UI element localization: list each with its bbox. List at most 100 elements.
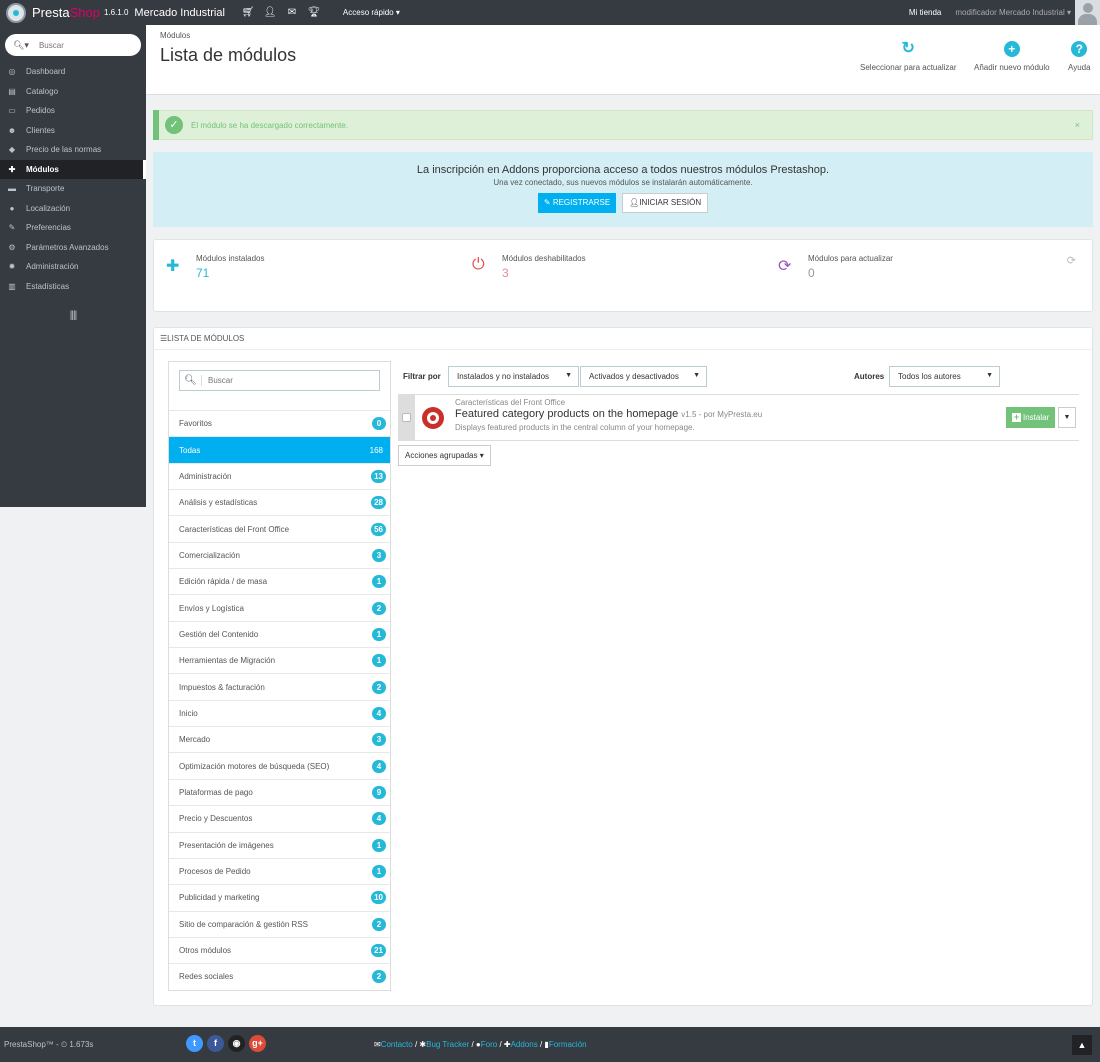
footer-link[interactable]: Formación <box>549 1040 587 1049</box>
sidebar-item[interactable]: ☻ Clientes <box>0 121 146 141</box>
link-separator: / <box>497 1040 504 1049</box>
footer-link[interactable]: Addons <box>511 1040 538 1049</box>
back-to-top-button[interactable]: ▲ <box>1072 1035 1092 1055</box>
category-item[interactable]: Características del Front Office 56 <box>169 515 390 541</box>
category-item[interactable]: Procesos de Pedido 1 <box>169 857 390 884</box>
sidebar-item[interactable]: ▤ Catalogo <box>0 82 146 102</box>
category-item[interactable]: Análisis y estadísticas 28 <box>169 489 390 515</box>
stat-installed-value[interactable]: 71 <box>196 266 264 280</box>
stat-disabled-value[interactable]: 3 <box>502 266 586 280</box>
quick-access-menu[interactable]: Acceso rápido ▾ <box>343 8 400 17</box>
category-item[interactable]: Optimización motores de búsqueda (SEO) 4 <box>169 752 390 778</box>
select-to-update-button[interactable]: ↻ Seleccionar para actualizar <box>860 40 957 73</box>
category-item[interactable]: Gestión del Contenido 1 <box>169 620 390 647</box>
cart-icon[interactable]: 🛒︎ <box>239 7 257 18</box>
sidebar-item[interactable]: ✎ Preferencias <box>0 218 146 238</box>
module-search-input[interactable] <box>202 376 362 385</box>
footer-link[interactable]: Foro <box>481 1040 497 1049</box>
authors-filter-select[interactable]: Todos los autores ▼ <box>889 366 1000 387</box>
login-label: INICIAR SESIÓN <box>639 198 702 207</box>
sidebar-item[interactable]: ✚ Módulos <box>0 159 146 179</box>
sidebar-item-label: Estadísticas <box>26 281 70 291</box>
sidebar-item[interactable]: ● Localización <box>0 199 146 219</box>
sidebar-item[interactable]: ▥ Estadísticas <box>0 277 146 297</box>
footer-link[interactable]: Bug Tracker <box>426 1040 469 1049</box>
brand-shop: Shop <box>69 5 100 20</box>
help-button[interactable]: ? Ayuda <box>1068 41 1091 72</box>
avatar[interactable] <box>1075 0 1100 25</box>
category-item[interactable]: Comercialización 3 <box>169 541 390 568</box>
google-plus-icon[interactable]: g+ <box>249 1035 266 1052</box>
category-item[interactable]: Edición rápida / de masa 1 <box>169 568 390 594</box>
category-item[interactable]: Otros módulos 21 <box>169 936 390 963</box>
category-count-badge: 4 <box>372 759 386 773</box>
customer-icon[interactable]: 👤︎ <box>261 7 279 18</box>
panel-title: LISTA DE MÓDULOS <box>167 334 245 343</box>
enabled-filter-select[interactable]: Activados y desactivados ▼ <box>580 366 707 387</box>
install-filter-select[interactable]: Instalados y no instalados ▼ <box>448 366 579 387</box>
sidebar-item-label: Dashboard <box>26 67 66 77</box>
category-item[interactable]: Sitio de comparación & gestión RSS 2 <box>169 910 390 937</box>
category-item[interactable]: Inicio 4 <box>169 699 390 726</box>
category-item[interactable]: Todas 168 <box>169 436 390 463</box>
register-button[interactable]: ✎ REGISTRARSE <box>537 193 617 213</box>
login-button[interactable]: 👤︎INICIAR SESIÓN <box>622 193 709 213</box>
sidebar-item-label: Módulos <box>26 164 59 174</box>
footer-link[interactable]: Contacto <box>381 1040 413 1049</box>
category-item[interactable]: Publicidad y marketing 10 <box>169 884 390 910</box>
sidebar-item[interactable]: ✹ Administración <box>0 257 146 277</box>
sidebar-item[interactable]: ◆ Precio de las normas <box>0 140 146 160</box>
stat-to-update-value[interactable]: 0 <box>808 266 893 280</box>
bulk-actions-button[interactable]: Acciones agrupadas ▾ <box>398 445 491 466</box>
category-item[interactable]: Precio y Descuentos 4 <box>169 805 390 831</box>
category-item[interactable]: Favoritos 0 <box>169 410 390 436</box>
category-item[interactable]: Impuestos & facturación 2 <box>169 673 390 699</box>
github-icon[interactable]: ◉ <box>228 1035 245 1052</box>
sidebar-item[interactable]: ◎ Dashboard <box>0 62 146 82</box>
category-count-badge: 1 <box>372 627 386 641</box>
prestashop-logo[interactable]: Presta Shop 1.6.1.0 <box>0 2 134 23</box>
sidebar-item[interactable]: ▬ Transporte <box>0 179 146 199</box>
twitter-icon[interactable]: t <box>186 1035 203 1052</box>
user-menu[interactable]: modificador Mercado Industrial ▾ <box>955 8 1071 17</box>
footer-version: PrestaShop™ - ⏲ 1.673s <box>4 1040 94 1049</box>
trophy-icon[interactable]: 🏆︎ <box>305 7 323 18</box>
search-icon[interactable]: 🔍︎▾ <box>13 40 29 51</box>
stat-installed-label: Módulos instalados <box>196 254 265 263</box>
category-item[interactable]: Mercado 3 <box>169 726 390 752</box>
sidebar-item[interactable]: ▭ Pedidos <box>0 101 146 121</box>
sidebar-item[interactable]: ⚙ Parámetros Avanzados <box>0 238 146 258</box>
my-store-link[interactable]: Mi tienda <box>909 8 941 17</box>
authors-label: Autores <box>854 372 885 381</box>
category-count-badge: 168 <box>369 445 383 455</box>
category-item[interactable]: Herramientas de Migración 1 <box>169 647 390 673</box>
category-count-badge: 4 <box>372 812 386 826</box>
category-item[interactable]: Administración 13 <box>169 462 390 489</box>
category-list: 🔍︎ Favoritos0Todas168Administración13Aná… <box>168 361 391 991</box>
refresh-stats-icon[interactable]: ⟳ <box>1067 254 1076 267</box>
envelope-icon[interactable]: ✉ <box>283 7 301 18</box>
category-name: Gestión del Contenido <box>179 629 259 639</box>
category-item[interactable]: Envíos y Logística 2 <box>169 594 390 620</box>
category-item[interactable]: Presentación de imágenes 1 <box>169 831 390 858</box>
module-list-panel: ☰LISTA DE MÓDULOS 🔍︎ Favoritos 0 Todas 168 A… <box>153 327 1093 1006</box>
close-icon[interactable]: × <box>1075 120 1080 130</box>
module-search: 🔍︎ <box>169 362 390 410</box>
install-button[interactable]: + Instalar <box>1006 407 1056 428</box>
sidebar-item-label: Preferencias <box>26 223 71 233</box>
category-item[interactable]: Plataformas de pago 9 <box>169 778 390 805</box>
module-version-author: v1.5 - por MyPresta.eu <box>681 410 763 419</box>
facebook-icon[interactable]: f <box>207 1035 224 1052</box>
category-count-badge: 9 <box>372 785 386 799</box>
module-name-line: Featured category products on the homepa… <box>455 408 762 420</box>
module-checkbox[interactable] <box>402 413 411 422</box>
breadcrumb[interactable]: Módulos <box>160 31 190 40</box>
price-rules-icon: ◆ <box>8 145 16 155</box>
category-count-badge: 28 <box>371 496 386 510</box>
collapse-menu-icon[interactable]: |||| <box>0 310 146 321</box>
add-new-module-button[interactable]: + Añadir nuevo módulo <box>974 41 1050 72</box>
category-item[interactable]: Redes sociales 2 <box>169 963 390 989</box>
refresh-icon: ↻ <box>900 40 917 57</box>
sidebar-search-input[interactable] <box>38 40 129 50</box>
install-options-dropdown[interactable]: ▼ <box>1058 407 1076 428</box>
